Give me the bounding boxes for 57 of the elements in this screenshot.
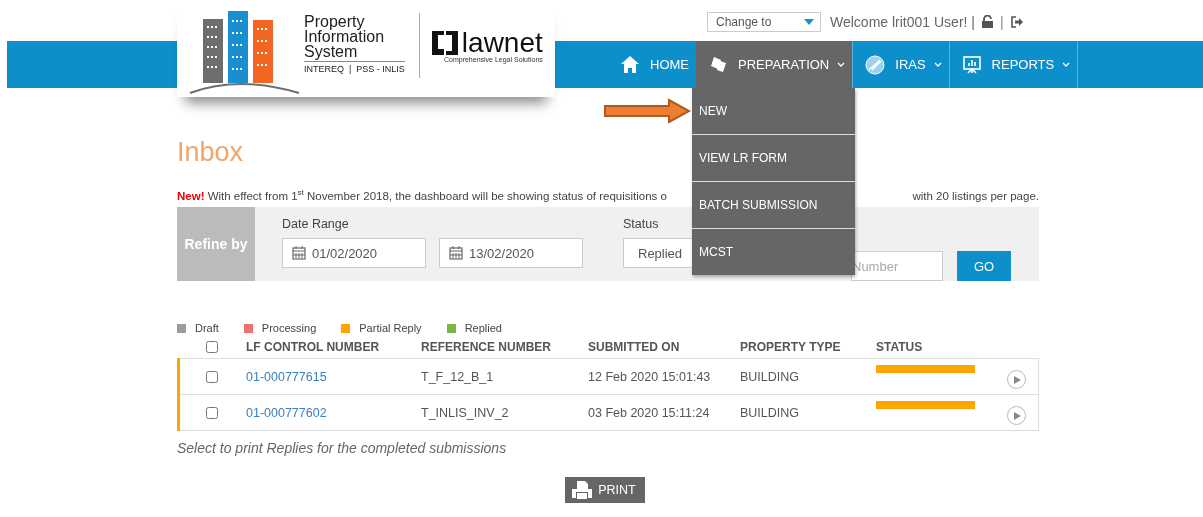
date-field[interactable]: 13/02/2020	[439, 238, 583, 268]
footnote-text: Select to print Replies for the completed submissions	[177, 440, 508, 456]
control-number-link[interactable]: 01-000777602	[246, 405, 421, 420]
calendar-icon	[292, 246, 306, 260]
field-label: Date Range	[282, 217, 350, 233]
logout-icon	[1010, 15, 1023, 28]
row-checkbox[interactable]	[205, 370, 218, 383]
home-icon	[620, 54, 640, 75]
field-label: Status	[623, 217, 660, 233]
table-cell-text: T_F_12_B_1	[421, 369, 495, 384]
play-icon	[1014, 411, 1021, 420]
notice-text: New! With effect from 1$^{st}$ November 2018, the dashboard will be showing status of requisitions o	[177, 190, 667, 204]
column-header: PROPERTY TYPE	[740, 339, 842, 354]
presentation-icon	[961, 54, 982, 75]
play-icon	[1014, 375, 1021, 384]
nav-item[interactable]: HOME	[615, 41, 696, 88]
refine-label: Refine by	[177, 207, 255, 281]
column-header: LF CONTROL NUMBER	[246, 339, 381, 354]
table-cell-text: T_INLIS_INV_2	[421, 405, 510, 420]
menu-item[interactable]: NEW	[692, 88, 855, 135]
notice-text: with 20 listings per page.	[912, 190, 1039, 204]
table-cell-text: 03 Feb 2020 15:11:24	[588, 405, 711, 420]
role-select[interactable]: Change to	[707, 11, 821, 32]
logo-tagline: INTEREQ | PSS - INLIS	[304, 61, 405, 74]
caret-icon	[804, 18, 814, 25]
welcome-text: Welcome lrit001 User! |	[830, 13, 975, 30]
legend-label: Draft	[195, 322, 219, 334]
legend-label: Processing	[261, 322, 317, 334]
go-button[interactable]: GO	[957, 251, 1011, 281]
legend-label: Partial Reply	[359, 322, 422, 334]
menu-item[interactable]: BATCH SUBMISSION	[692, 182, 855, 229]
logo-title: Property Information System	[304, 14, 386, 59]
printer-icon	[571, 480, 594, 500]
control-number-link[interactable]: 01-000777615	[246, 369, 421, 384]
row-checkbox[interactable]	[205, 406, 218, 419]
date-field[interactable]: 01/02/2020	[282, 238, 426, 268]
nav-item[interactable]: PREPARATION	[696, 41, 854, 88]
nav-item[interactable]: REPORTS	[949, 41, 1079, 88]
menu-item[interactable]: VIEW LR FORM	[692, 135, 855, 182]
separator-text: |	[1000, 13, 1004, 30]
column-header: REFERENCE NUMBER	[421, 339, 552, 354]
table-cell-text: BUILDING	[740, 369, 801, 384]
column-header: SUBMITTED ON	[588, 339, 681, 354]
partner-name: lawnet	[461, 30, 543, 56]
globe-icon	[865, 54, 886, 75]
table-cell-text: BUILDING	[740, 405, 801, 420]
print-button[interactable]: PRINT	[565, 477, 645, 503]
nav-item[interactable]: IRAS	[853, 41, 950, 88]
select-all-checkbox[interactable]	[205, 340, 218, 353]
calendar-icon	[449, 246, 463, 260]
table-cell-text: 12 Feb 2020 15:01:43	[588, 369, 712, 384]
page-title: Inbox	[177, 136, 244, 169]
partner-logo-icon	[431, 31, 458, 55]
lock-icon	[982, 15, 993, 28]
documents-icon	[708, 54, 728, 75]
legend-label: Replied	[464, 322, 502, 334]
column-header: STATUS	[876, 339, 924, 354]
